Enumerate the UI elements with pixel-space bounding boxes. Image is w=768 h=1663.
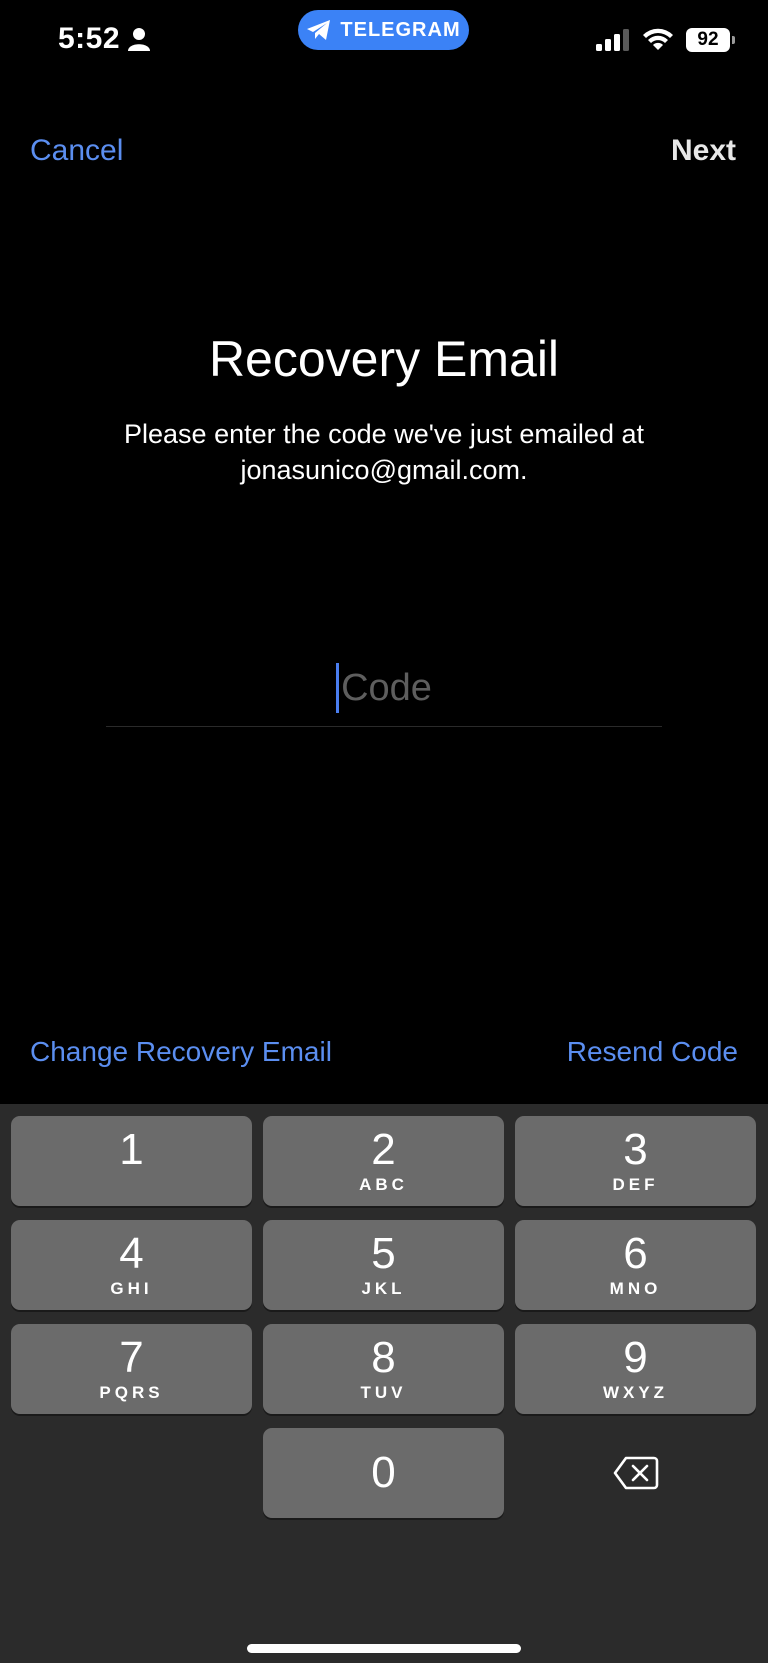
status-bar: 5:52 TELEGRAM 92 [0,0,768,84]
key-digit: 2 [371,1125,396,1174]
numeric-keypad: 1 2 ABC 3 DEF 4 GHI 5 JKL 6 MNO 7 PQRS 8 [0,1104,768,1663]
battery-icon: 92 [686,28,735,52]
key-1[interactable]: 1 [11,1116,252,1206]
telegram-pill-label: TELEGRAM [340,18,461,41]
key-digit: 4 [119,1229,144,1278]
home-indicator[interactable] [247,1644,521,1653]
key-9[interactable]: 9 WXYZ [515,1324,756,1414]
text-caret [336,663,340,713]
key-digit: 1 [119,1125,144,1174]
key-letters: TUV [360,1383,407,1402]
key-letters: JKL [361,1279,406,1298]
key-3[interactable]: 3 DEF [515,1116,756,1206]
key-digit: 0 [371,1448,396,1497]
screen: 5:52 TELEGRAM 92 Cancel Next Recovery Em… [0,0,768,1663]
key-digit: 8 [371,1333,396,1382]
status-time: 5:52 [58,22,151,56]
person-icon [128,28,151,51]
next-button[interactable]: Next [671,134,736,168]
key-4[interactable]: 4 GHI [11,1220,252,1310]
code-placeholder: Code [341,666,432,709]
telegram-return-pill[interactable]: TELEGRAM [298,10,469,50]
key-digit: 7 [119,1333,144,1382]
resend-code-link[interactable]: Resend Code [567,1036,738,1068]
backspace-button[interactable] [515,1428,756,1518]
key-letters: GHI [110,1279,153,1298]
key-letters: WXYZ [602,1383,669,1402]
page-subtitle: Please enter the code we've just emailed… [124,419,644,485]
key-digit: 5 [371,1229,396,1278]
status-time-text: 5:52 [58,22,121,55]
page-title: Recovery Email [208,331,560,387]
key-8[interactable]: 8 TUV [263,1324,504,1414]
key-letters: ABC [359,1175,408,1194]
key-digit: 3 [623,1125,648,1174]
key-5[interactable]: 5 JKL [263,1220,504,1310]
cellular-signal-icon [596,29,629,51]
key-letters: DEF [612,1175,659,1194]
cancel-button[interactable]: Cancel [30,134,123,168]
key-0[interactable]: 0 [263,1428,504,1518]
battery-level: 92 [697,29,719,50]
key-2[interactable]: 2 ABC [263,1116,504,1206]
wifi-icon [643,28,673,50]
status-indicators: 92 [596,28,735,52]
key-7[interactable]: 7 PQRS [11,1324,252,1414]
code-input[interactable]: Code [106,650,662,727]
key-digit: 6 [623,1229,648,1278]
backspace-icon [613,1456,658,1490]
telegram-plane-icon [307,20,331,40]
key-6[interactable]: 6 MNO [515,1220,756,1310]
key-letters: PQRS [99,1383,164,1402]
change-recovery-email-link[interactable]: Change Recovery Email [30,1036,332,1068]
key-letters: MNO [609,1279,662,1298]
key-digit: 9 [623,1333,648,1382]
